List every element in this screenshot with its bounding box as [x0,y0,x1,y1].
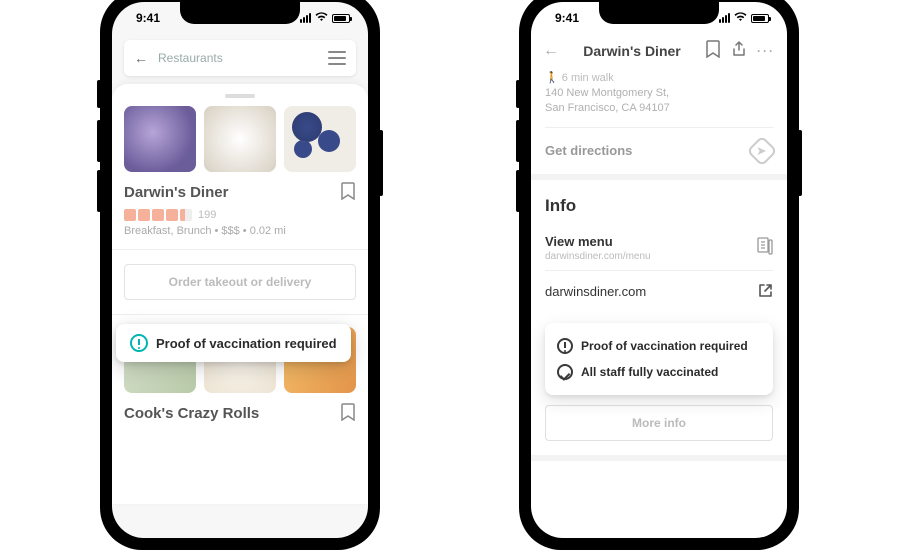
bookmark-icon[interactable] [340,403,356,424]
external-link-icon [758,283,773,301]
photo-thumbnail[interactable] [124,106,196,172]
get-directions-row[interactable]: Get directions ➤ [531,128,787,174]
directions-icon: ➤ [746,135,777,166]
back-button[interactable]: ← [134,50,148,66]
business-name[interactable]: Darwin's Diner [124,184,228,201]
search-bar[interactable]: ← Restaurants [124,40,356,76]
detail-header: ← Darwin's Diner ··· [531,34,787,67]
check-icon [557,364,573,380]
star-rating: 199 [124,209,356,221]
walk-time: 🚶 6 min walk [531,71,787,84]
view-menu-row[interactable]: View menu darwinsdiner.com/menu [531,226,787,270]
website-row[interactable]: darwinsdiner.com [531,271,787,313]
bookmark-icon[interactable] [705,40,721,61]
staff-vaccinated-row: All staff fully vaccinated [557,359,761,385]
address: 140 New Montgomery St, San Francisco, CA… [531,84,787,127]
battery-icon [751,14,769,23]
status-bar: 9:41 [112,2,368,34]
clock: 9:41 [555,11,579,25]
search-query[interactable]: Restaurants [158,51,318,65]
photo-thumbnail[interactable] [204,106,276,172]
info-heading: Info [531,180,787,226]
more-info-button[interactable]: More info [545,405,773,441]
business-name[interactable]: Cook's Crazy Rolls [124,405,259,422]
alert-icon [130,334,148,352]
back-button[interactable]: ← [543,42,559,60]
wifi-icon [734,12,747,25]
page-title: Darwin's Diner [567,43,697,59]
phone-search-view: 9:41 ← Restaurants [100,0,380,550]
wifi-icon [315,12,328,25]
photo-thumbnails [124,106,356,172]
review-count: 199 [198,209,216,221]
order-button[interactable]: Order takeout or delivery [124,264,356,300]
status-bar: 9:41 [531,2,787,34]
filter-icon[interactable] [328,51,346,65]
vaccination-callout: Proof of vaccination required [116,324,351,362]
alert-icon [557,338,573,354]
battery-icon [332,14,350,23]
proof-required-row: Proof of vaccination required [557,333,761,359]
photo-thumbnail[interactable] [284,106,356,172]
clock: 9:41 [136,11,160,25]
more-icon[interactable]: ··· [757,44,775,58]
vaccination-info-card: Proof of vaccination required All staff … [545,323,773,395]
menu-icon [757,237,773,258]
phone-detail-view: 9:41 ← Darwin's Diner [519,0,799,550]
callout-text: Proof of vaccination required [156,336,337,351]
cell-signal-icon [719,13,730,23]
menu-url: darwinsdiner.com/menu [545,251,651,262]
results-sheet: Darwin's Diner 199 Breakfast, Brunch • $… [112,84,368,504]
cell-signal-icon [300,13,311,23]
sheet-grabber[interactable] [225,94,255,98]
bookmark-icon[interactable] [340,182,356,203]
business-meta: Breakfast, Brunch • $$$ • 0.02 mi [124,225,356,237]
share-icon[interactable] [731,41,747,60]
